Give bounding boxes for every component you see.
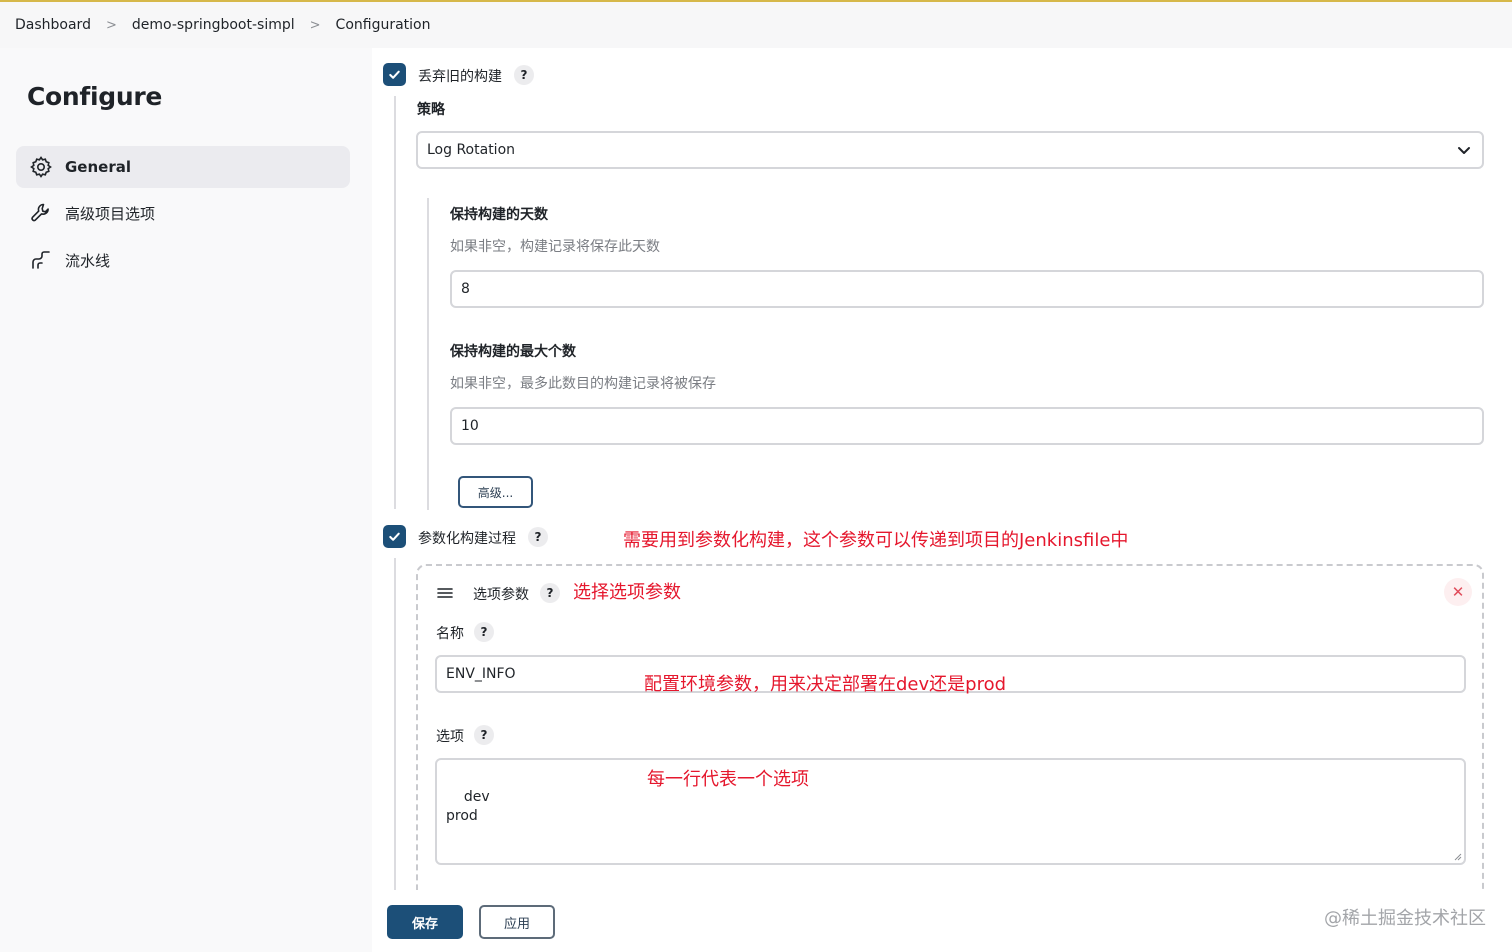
choices-textarea-value: dev prod bbox=[446, 789, 490, 824]
parameterized-build-checkbox[interactable] bbox=[383, 525, 406, 548]
advanced-button[interactable]: 高级... bbox=[458, 476, 533, 508]
drag-handle-icon[interactable] bbox=[436, 586, 454, 600]
days-to-keep-value: 8 bbox=[461, 281, 470, 297]
close-icon[interactable]: ✕ bbox=[1444, 578, 1472, 606]
max-builds-label: 保持构建的最大个数 bbox=[450, 344, 576, 360]
strategy-select-value: Log Rotation bbox=[427, 142, 516, 158]
strategy-select[interactable]: Log Rotation bbox=[416, 131, 1484, 169]
breadcrumb: Dashboard > demo-springboot-simpl > Conf… bbox=[0, 2, 1512, 48]
discard-section-line bbox=[394, 96, 396, 509]
chevron-right-icon: > bbox=[309, 17, 321, 33]
sidebar-item-label: 高级项目选项 bbox=[65, 204, 156, 223]
breadcrumb-project[interactable]: demo-springboot-simpl bbox=[132, 17, 295, 33]
page-title: Configure bbox=[27, 82, 163, 111]
apply-button[interactable]: 应用 bbox=[479, 905, 555, 939]
sidebar-item-advanced[interactable]: 高级项目选项 bbox=[16, 192, 350, 234]
sidebar-item-pipeline[interactable]: 流水线 bbox=[16, 239, 350, 281]
choices-help-button[interactable]: ? bbox=[474, 725, 494, 745]
check-icon bbox=[389, 532, 400, 541]
breadcrumb-dashboard[interactable]: Dashboard bbox=[15, 17, 91, 33]
days-description: 如果非空，构建记录将保存此天数 bbox=[450, 239, 660, 255]
name-help-button[interactable]: ? bbox=[474, 622, 494, 642]
strategy-label: 策略 bbox=[417, 102, 445, 118]
days-label: 保持构建的天数 bbox=[450, 207, 548, 223]
days-to-keep-input[interactable]: 8 bbox=[450, 270, 1484, 308]
wrench-icon bbox=[31, 203, 49, 222]
parameterized-build-label: 参数化构建过程 bbox=[418, 531, 516, 547]
parameter-name-annotation: 配置环境参数，用来决定部署在dev还是prod bbox=[644, 674, 1007, 695]
save-button[interactable]: 保存 bbox=[387, 905, 463, 939]
name-label: 名称 bbox=[436, 626, 464, 642]
max-builds-value: 10 bbox=[461, 418, 479, 434]
resize-handle-icon[interactable] bbox=[1454, 853, 1462, 861]
main-content: 丢弃旧的构建 ? 策略 Log Rotation 保持构建的天数 如果非空，构建… bbox=[372, 48, 1512, 952]
chevron-down-icon bbox=[1458, 147, 1470, 154]
discard-help-button[interactable]: ? bbox=[514, 65, 534, 85]
parameter-name-value: ENV_INFO bbox=[446, 666, 516, 682]
discard-old-builds-label: 丢弃旧的构建 bbox=[418, 69, 502, 85]
breadcrumb-configuration[interactable]: Configuration bbox=[336, 17, 431, 33]
chevron-right-icon: > bbox=[105, 17, 117, 33]
parameterized-annotation: 需要用到参数化构建，这个参数可以传递到项目的Jenkinsfile中 bbox=[623, 530, 1129, 551]
choices-textarea[interactable]: dev prod bbox=[435, 758, 1466, 865]
choice-parameter-help-button[interactable]: ? bbox=[540, 583, 560, 603]
max-builds-input[interactable]: 10 bbox=[450, 407, 1484, 445]
rotation-section-line bbox=[427, 198, 429, 510]
parameterized-help-button[interactable]: ? bbox=[528, 527, 548, 547]
choices-label: 选项 bbox=[436, 729, 464, 745]
pipeline-icon bbox=[32, 251, 50, 269]
sidebar-item-general[interactable]: General bbox=[16, 146, 350, 188]
params-section-line bbox=[394, 558, 396, 890]
sidebar-item-label: 流水线 bbox=[65, 251, 111, 270]
choice-parameter-title: 选项参数 bbox=[473, 587, 529, 603]
watermark: @稀土掘金技术社区 bbox=[1324, 908, 1486, 929]
check-icon bbox=[389, 70, 400, 79]
choice-parameter-annotation: 选择选项参数 bbox=[573, 582, 681, 603]
footer-bar: 保存 应用 @稀土掘金技术社区 bbox=[372, 890, 1512, 952]
sidebar-item-label: General bbox=[65, 158, 131, 176]
choices-annotation: 每一行代表一个选项 bbox=[647, 769, 809, 790]
gear-icon bbox=[30, 156, 52, 178]
discard-old-builds-checkbox[interactable] bbox=[383, 63, 406, 86]
max-builds-description: 如果非空，最多此数目的构建记录将被保存 bbox=[450, 376, 716, 392]
